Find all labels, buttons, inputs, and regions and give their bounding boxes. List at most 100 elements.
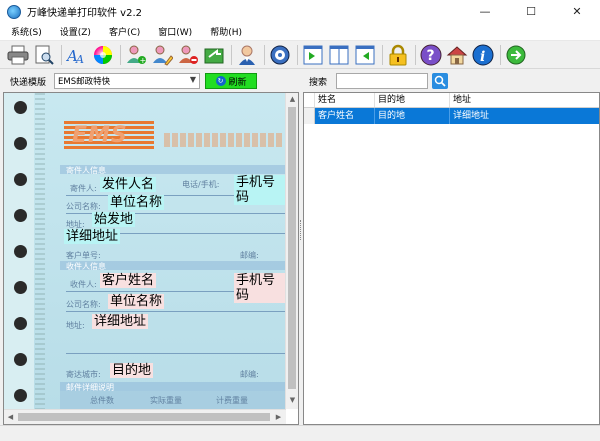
lock-icon[interactable] (386, 43, 410, 67)
toolbar-separator (120, 44, 121, 65)
menu-system[interactable]: 系统(S) (0, 25, 49, 38)
feed-hole (14, 137, 27, 150)
sender-section-title: 寄件人信息 (66, 166, 106, 175)
template-label: 快递模版 (10, 77, 47, 88)
panel-center-icon[interactable] (327, 43, 351, 67)
column-header-address[interactable]: 地址 (450, 93, 599, 107)
sender-company-label: 公司名称: (66, 202, 101, 211)
maximize-button[interactable]: ☐ (508, 0, 554, 23)
cell-name[interactable]: 客户姓名 (315, 108, 375, 124)
menu-bar: 系统(S) 设置(Z) 客户(C) 窗口(W) 帮助(H) (0, 23, 600, 41)
feed-hole (14, 209, 27, 222)
horizontal-scrollbar[interactable]: ◀ ▶ (4, 409, 286, 424)
refresh-label: 刷新 (228, 77, 247, 88)
edit-user-icon[interactable] (150, 43, 174, 67)
recipient-phone-field[interactable]: 手机号码 (234, 273, 286, 303)
table-header: 姓名 目的地 地址 (304, 93, 599, 108)
splitter-grip[interactable] (300, 220, 302, 240)
printer-icon[interactable] (6, 43, 30, 67)
column-header-name[interactable]: 姓名 (315, 93, 375, 107)
template-header: 快递模版 EMS邮政特快 ▼ ↻ 刷新 (0, 70, 299, 92)
origin-field[interactable]: 始发地 (92, 212, 136, 227)
export-icon[interactable] (202, 43, 226, 67)
template-select[interactable]: EMS邮政特快 ▼ (54, 73, 201, 89)
chevron-down-icon[interactable]: ▼ (190, 75, 196, 84)
info-icon[interactable]: i (471, 43, 495, 67)
search-input[interactable] (336, 73, 429, 89)
delete-user-icon[interactable] (176, 43, 200, 67)
refresh-icon: ↻ (215, 76, 226, 86)
recipient-address-field[interactable]: 详细地址 (92, 314, 149, 329)
refresh-button[interactable]: ↻ 刷新 (205, 73, 258, 89)
menu-help[interactable]: 帮助(H) (199, 25, 249, 38)
waybill-preview: EMS 寄件人信息 寄件人: 电话/手机: 公司名称: 地址: 客户单号: 邮编… (3, 92, 299, 425)
toolbar-separator (231, 44, 232, 65)
scroll-down-icon[interactable]: ▼ (286, 396, 298, 404)
scroll-right-icon[interactable]: ▶ (272, 413, 285, 421)
pieces-label: 总件数 (90, 396, 114, 405)
svg-text:i: i (480, 49, 485, 65)
toolbar: AA + ? i (0, 41, 600, 69)
scroll-left-icon[interactable]: ◀ (4, 413, 17, 421)
table-row[interactable]: 客户姓名 目的地 详细地址 (304, 108, 599, 124)
recipient-postcode-label: 邮编: (240, 370, 259, 379)
help-icon[interactable]: ? (419, 43, 443, 67)
sender-company-field[interactable]: 单位名称 (108, 195, 165, 210)
svg-text:A: A (75, 53, 84, 65)
customer-no-label: 客户单号: (66, 251, 101, 260)
vertical-scroll-thumb[interactable] (288, 107, 296, 389)
feed-hole (14, 389, 27, 402)
add-user-icon[interactable]: + (124, 43, 148, 67)
toolbar-separator (500, 44, 501, 65)
column-header-destination[interactable]: 目的地 (375, 93, 450, 107)
minimize-button[interactable]: — (462, 0, 508, 23)
form-line (66, 311, 286, 312)
sender-name-field[interactable]: 发件人名 (100, 177, 157, 192)
cell-destination[interactable]: 目的地 (375, 108, 450, 124)
sender-address-field[interactable]: 详细地址 (64, 229, 121, 244)
print-preview-icon[interactable] (32, 43, 56, 67)
home-icon[interactable] (445, 43, 469, 67)
recipient-name-field[interactable]: 客户姓名 (100, 273, 157, 288)
exit-arrow-icon[interactable] (504, 43, 528, 67)
sender-postcode-label: 邮编: (240, 251, 259, 260)
destination-field[interactable]: 目的地 (110, 363, 154, 378)
feed-hole (14, 353, 27, 366)
toolbar-separator (382, 44, 383, 65)
menu-settings[interactable]: 设置(Z) (49, 25, 98, 38)
color-wheel-icon[interactable] (91, 43, 115, 67)
menu-customer[interactable]: 客户(C) (98, 25, 147, 38)
settings-disk-icon[interactable] (268, 43, 292, 67)
scroll-up-icon[interactable]: ▲ (286, 95, 298, 103)
toolbar-separator (264, 44, 265, 65)
toolbar-separator (61, 44, 62, 65)
sender-phone-field[interactable]: 手机号码 (234, 175, 286, 205)
toolbar-separator (415, 44, 416, 65)
svg-text:?: ? (427, 48, 435, 64)
waybill-image: EMS 寄件人信息 寄件人: 电话/手机: 公司名称: 地址: 客户单号: 邮编… (4, 93, 286, 409)
window-controls: — ☐ ✕ (462, 0, 600, 23)
panel-right-icon[interactable] (353, 43, 377, 67)
dest-city-label: 寄达城市: (66, 370, 101, 379)
close-button[interactable]: ✕ (554, 0, 600, 23)
search-button[interactable] (432, 73, 449, 89)
row-indicator (304, 108, 315, 124)
feed-hole (14, 317, 27, 330)
recipient-company-field[interactable]: 单位名称 (108, 294, 165, 309)
customer-table: 姓名 目的地 地址 客户姓名 目的地 详细地址 (303, 92, 600, 425)
menu-window[interactable]: 窗口(W) (147, 25, 199, 38)
font-icon[interactable]: AA (65, 43, 89, 67)
svg-text:+: + (140, 56, 147, 65)
panel-left-icon[interactable] (301, 43, 325, 67)
vertical-scrollbar[interactable]: ▲ ▼ (285, 93, 298, 409)
sender-label: 寄件人: (70, 184, 97, 193)
column-header-indicator (304, 93, 315, 107)
toolbar-separator (297, 44, 298, 65)
feed-hole (14, 101, 27, 114)
search-icon (434, 75, 446, 87)
recipient-section-title: 收件人信息 (66, 262, 106, 271)
user-icon[interactable] (235, 43, 259, 67)
form-line (66, 353, 286, 354)
cell-address[interactable]: 详细地址 (450, 108, 599, 124)
horizontal-scroll-thumb[interactable] (18, 413, 270, 421)
